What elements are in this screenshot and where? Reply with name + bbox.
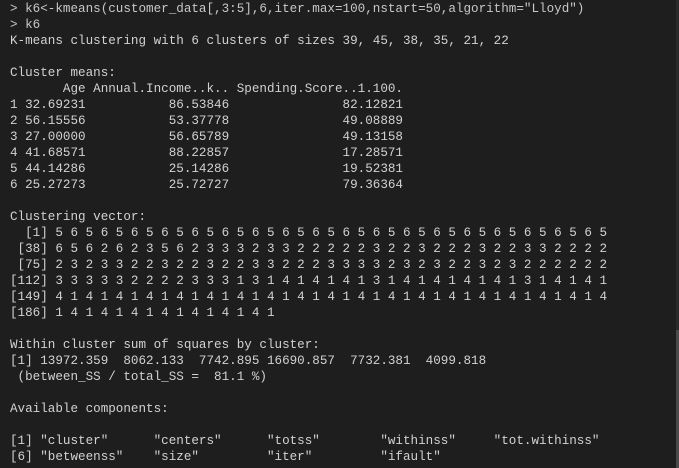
- clustering-vector-row: [112] 3 3 3 3 3 2 2 2 2 3 3 3 1 3 1 4 1 …: [10, 274, 608, 288]
- components-row: [1] "cluster" "centers" "totss" "withins…: [10, 434, 600, 448]
- command-line-print: > k6: [10, 18, 41, 32]
- available-components-heading: Available components:: [10, 402, 169, 416]
- clustering-vector-row: [75] 2 3 2 3 3 2 2 3 2 2 3 2 2 3 3 2 2 2…: [10, 258, 608, 272]
- clustering-vector-heading: Clustering vector:: [10, 210, 147, 224]
- cluster-means-row: 4 41.68571 88.22857 17.28571: [10, 146, 403, 160]
- between-total-ss-ratio: (between_SS / total_SS = 81.1 %): [10, 370, 267, 384]
- command-line-kmeans: > k6<-kmeans(customer_data[,3:5],6,iter.…: [10, 2, 585, 16]
- components-row: [6] "betweenss" "size" "iter" "ifault": [10, 450, 441, 464]
- cluster-means-row: 5 44.14286 25.14286 19.52381: [10, 162, 403, 176]
- kmeans-summary: K-means clustering with 6 clusters of si…: [10, 34, 509, 48]
- cluster-means-heading: Cluster means:: [10, 66, 116, 80]
- cluster-means-row: 3 27.00000 56.65789 49.13158: [10, 130, 403, 144]
- cluster-means-row: 2 56.15556 53.37778 49.08889: [10, 114, 403, 128]
- cluster-means-header-row: Age Annual.Income..k.. Spending.Score..1…: [10, 82, 403, 96]
- cluster-means-row: 6 25.27273 25.72727 79.36364: [10, 178, 403, 192]
- within-ss-values: [1] 13972.359 8062.133 7742.895 16690.85…: [10, 354, 487, 368]
- clustering-vector-row: [1] 5 6 5 6 5 6 5 6 5 6 5 6 5 6 5 6 5 6 …: [10, 226, 608, 240]
- clustering-vector-row: [38] 6 5 6 2 6 2 3 5 6 2 3 3 3 2 3 3 2 2…: [10, 242, 608, 256]
- clustering-vector-row: [186] 1 4 1 4 1 4 1 4 1 4 1 4 1 4 1: [10, 306, 275, 320]
- cluster-means-row: 1 32.69231 86.53846 82.12821: [10, 98, 403, 112]
- r-console[interactable]: > k6<-kmeans(customer_data[,3:5],6,iter.…: [0, 0, 679, 468]
- within-ss-heading: Within cluster sum of squares by cluster…: [10, 338, 320, 352]
- clustering-vector-row: [149] 4 1 4 1 4 1 4 1 4 1 4 1 4 1 4 1 4 …: [10, 290, 608, 304]
- console-output: > k6<-kmeans(customer_data[,3:5],6,iter.…: [10, 1, 607, 465]
